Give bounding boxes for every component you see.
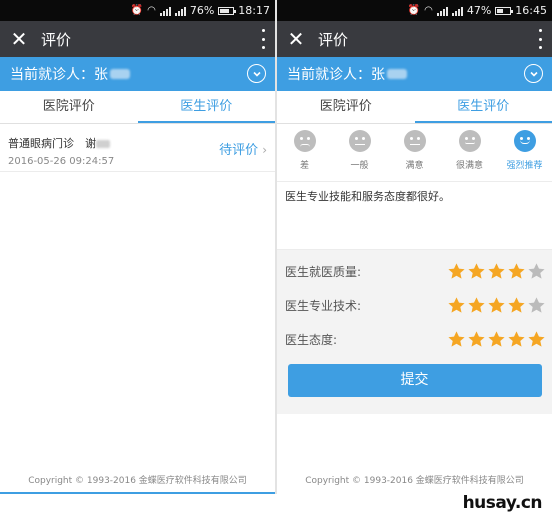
chevron-down-icon[interactable] [524, 64, 543, 83]
battery-percent: 76% [189, 4, 215, 17]
signal-icon [159, 6, 171, 16]
rating-row: 医生就医质量: [277, 254, 552, 288]
pending-review-link[interactable]: 待评价 › [219, 139, 267, 158]
alarm-icon: ⏰ [407, 4, 421, 16]
more-menu-icon[interactable] [261, 29, 265, 49]
rating-label: 医生专业技术: [285, 298, 362, 313]
face-option[interactable]: 强烈推荐 [500, 130, 550, 171]
face-label: 满意 [405, 161, 424, 171]
face-icon [403, 130, 426, 152]
redacted-name [110, 69, 130, 79]
status-bar: ⏰ ◠ 76% 18:17 [0, 0, 275, 21]
submit-area: 提交 [277, 356, 552, 414]
page-title: 评价 [318, 30, 349, 49]
battery-icon [218, 6, 237, 15]
face-label: 差 [299, 161, 309, 171]
face-label: 很满意 [455, 161, 483, 171]
star-icon[interactable] [447, 262, 466, 281]
redacted-name [387, 69, 407, 79]
more-menu-icon[interactable] [538, 29, 542, 49]
title-bar: ✕ 评价 [0, 21, 275, 57]
star-rating [447, 330, 546, 349]
face-option[interactable]: 一般 [335, 130, 385, 171]
star-icon[interactable] [487, 262, 506, 281]
battery-percent: 47% [466, 4, 492, 17]
face-option[interactable]: 满意 [390, 130, 440, 171]
tab-hospital-review[interactable]: 医院评价 [277, 91, 415, 123]
star-icon[interactable] [507, 262, 526, 281]
rating-row: 医生态度: [277, 322, 552, 356]
star-icon[interactable] [507, 296, 526, 315]
list-item[interactable]: 普通眼病门诊 谢 2016-05-26 09:24:57 待评价 › [0, 124, 275, 172]
current-patient-bar[interactable]: 当前就诊人：张 [0, 57, 275, 91]
signal-icon [436, 6, 448, 16]
title-bar: ✕ 评价 [277, 21, 552, 57]
rating-label: 医生就医质量: [285, 264, 362, 279]
tab-hospital-review[interactable]: 医院评价 [0, 91, 138, 123]
page-title: 评价 [41, 30, 72, 49]
current-patient-bar[interactable]: 当前就诊人：张 [277, 57, 552, 91]
bottom-accent-line [0, 492, 275, 494]
satisfaction-selector: 差 一般 满意 很满意 强烈推荐 [277, 124, 552, 182]
face-label: 强烈推荐 [506, 161, 543, 171]
face-icon [293, 130, 316, 152]
signal-icon [174, 6, 186, 16]
star-icon[interactable] [447, 330, 466, 349]
tab-doctor-review[interactable]: 医生评价 [137, 91, 275, 123]
star-icon[interactable] [527, 262, 546, 281]
star-icon[interactable] [487, 296, 506, 315]
copyright-text: Copyright © 1993-2016 金蝶医疗软件科技有限公司 [305, 476, 524, 486]
wifi-icon: ◠ [424, 4, 433, 16]
status-bar: ⏰ ◠ 47% 16:45 [277, 0, 552, 21]
close-icon[interactable]: ✕ [280, 21, 312, 57]
star-icon[interactable] [467, 330, 486, 349]
star-icon[interactable] [447, 296, 466, 315]
battery-icon [495, 6, 514, 15]
face-icon [513, 130, 536, 152]
rating-row: 医生专业技术: [277, 288, 552, 322]
tab-bar: 医院评价 医生评价 [277, 91, 552, 124]
face-icon [458, 130, 481, 152]
star-icon[interactable] [467, 262, 486, 281]
clock: 18:17 [238, 4, 270, 17]
record-department: 普通眼病门诊 [8, 137, 74, 150]
star-rating [447, 296, 546, 315]
face-option[interactable]: 很满意 [445, 130, 495, 171]
tab-bar: 医院评价 医生评价 [0, 91, 275, 124]
alarm-icon: ⏰ [130, 4, 144, 16]
chevron-right-icon: › [262, 143, 267, 157]
close-icon[interactable]: ✕ [3, 21, 35, 57]
current-patient-label: 当前就诊人：张 [10, 67, 108, 83]
star-icon[interactable] [527, 296, 546, 315]
star-icon[interactable] [487, 330, 506, 349]
comment-field[interactable]: 医生专业技能和服务态度都很好。 [277, 182, 552, 250]
star-icon[interactable] [527, 330, 546, 349]
left-phone-screen: ⏰ ◠ 76% 18:17 ✕ 评价 当前就诊人：张 医院评价 医生评价 普通眼… [0, 0, 275, 494]
chevron-down-icon[interactable] [247, 64, 266, 83]
rating-label: 医生态度: [285, 332, 338, 347]
face-icon [348, 130, 371, 152]
submit-button[interactable]: 提交 [287, 364, 542, 397]
current-patient-label: 当前就诊人：张 [287, 67, 385, 83]
wifi-icon: ◠ [147, 4, 156, 16]
record-doctor: 谢 [85, 137, 111, 150]
screenshot-root: ⏰ ◠ 76% 18:17 ✕ 评价 当前就诊人：张 医院评价 医生评价 普通眼… [0, 0, 552, 514]
rating-criteria: 医生就医质量: 医生专业技术: 医生态度: [277, 250, 552, 356]
clock: 16:45 [515, 4, 547, 17]
star-icon[interactable] [507, 330, 526, 349]
tab-doctor-review[interactable]: 医生评价 [414, 91, 552, 123]
signal-icon [451, 6, 463, 16]
face-option[interactable]: 差 [280, 130, 330, 171]
right-phone-screen: ⏰ ◠ 47% 16:45 ✕ 评价 当前就诊人：张 医院评价 医生评价 差 一般… [277, 0, 552, 494]
face-label: 一般 [350, 161, 369, 171]
star-rating [447, 262, 546, 281]
star-icon[interactable] [467, 296, 486, 315]
watermark-text: husay.cn [462, 493, 543, 513]
copyright-text: Copyright © 1993-2016 金蝶医疗软件科技有限公司 [28, 476, 247, 486]
